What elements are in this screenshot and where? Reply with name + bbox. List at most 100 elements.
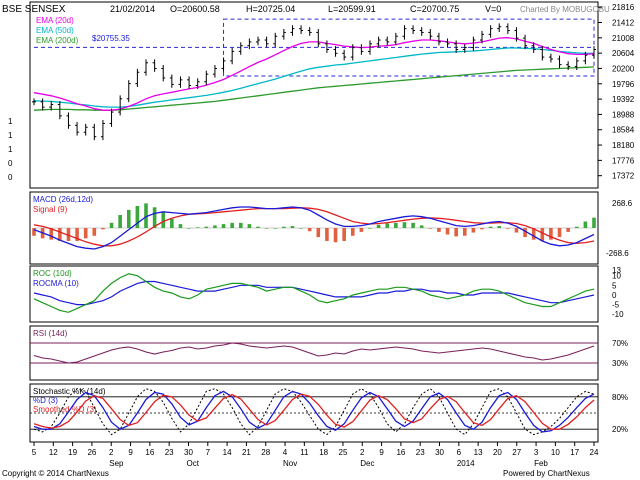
macd-histogram-bar xyxy=(437,228,441,232)
x-day-label: 2 xyxy=(360,448,365,457)
macd-histogram-bar xyxy=(161,212,166,228)
x-month-label: Oct xyxy=(186,459,199,468)
macd-histogram-bar xyxy=(566,228,570,232)
price-annotation: $20755.35 xyxy=(92,34,130,43)
macd-histogram-bar xyxy=(83,228,88,239)
x-day-label: 16 xyxy=(396,448,405,457)
x-day-label: 24 xyxy=(590,448,599,457)
macd-histogram-bar xyxy=(195,227,200,228)
price-tick-label: 21816 xyxy=(612,3,635,12)
macd-histogram-bar xyxy=(574,226,579,228)
x-day-label: 19 xyxy=(68,448,77,457)
roc-tick-label: 10 xyxy=(612,272,621,281)
legend-ema50: EMA (50d) xyxy=(36,26,74,35)
x-month-label: Dec xyxy=(360,459,374,468)
stoch-d-legend: %D (3) xyxy=(33,396,58,405)
x-day-label: 3 xyxy=(534,448,539,457)
x-day-label: 25 xyxy=(339,448,348,457)
macd-histogram-bar xyxy=(333,228,338,243)
x-day-label: 6 xyxy=(457,448,462,457)
price-tick-label: 18584 xyxy=(612,126,635,135)
macd-tick-top: 268.6 xyxy=(612,199,633,208)
macd-histogram-bar xyxy=(592,217,596,228)
macd-histogram-bar xyxy=(126,209,131,228)
macd-histogram-bar xyxy=(325,228,329,241)
price-tick-label: 17776 xyxy=(612,156,635,165)
roc-tick-label: 5 xyxy=(612,281,617,290)
macd-histogram-bar xyxy=(411,222,415,228)
macd-histogram-bar xyxy=(376,224,381,228)
macd-histogram-bar xyxy=(187,228,191,229)
powered-label: Powered by ChartNexus xyxy=(503,469,590,478)
macd-histogram-bar xyxy=(540,228,545,241)
legend-ema200: EMA (200d) xyxy=(36,36,79,45)
x-day-label: 14 xyxy=(223,448,232,457)
macd-histogram-bar xyxy=(488,226,493,228)
macd-histogram-bar xyxy=(247,224,252,228)
macd-histogram-bar xyxy=(299,228,303,229)
roc-legend: ROC (10d) xyxy=(33,269,72,278)
price-tick-label: 17372 xyxy=(612,172,635,181)
macd-histogram-bar xyxy=(221,224,226,228)
macd-histogram-bar xyxy=(385,223,390,228)
rocma-legend: ROCMA (10) xyxy=(33,279,79,288)
macd-histogram-bar xyxy=(394,222,398,228)
macd-legend: MACD (26d,12d) xyxy=(33,195,93,204)
macd-histogram-bar xyxy=(92,228,97,236)
x-day-label: 13 xyxy=(474,448,483,457)
price-tick-label: 18180 xyxy=(612,141,635,150)
x-day-label: 27 xyxy=(512,448,521,457)
macd-histogram-bar xyxy=(583,221,588,228)
x-day-label: 9 xyxy=(128,448,133,457)
date-label: 21/02/2014 xyxy=(110,4,155,14)
x-day-label: 30 xyxy=(435,448,444,457)
price-tick-label: 19796 xyxy=(612,80,635,89)
price-left-tick-label: 1 xyxy=(8,131,13,140)
macd-histogram-bar xyxy=(506,228,510,229)
symbol-label: BSE SENSEX xyxy=(2,4,66,15)
x-day-label: 23 xyxy=(165,448,174,457)
volume-label: V=0 xyxy=(485,4,501,14)
x-day-label: 7 xyxy=(206,448,211,457)
macd-histogram-bar xyxy=(359,228,364,232)
x-day-label: 4 xyxy=(283,448,288,457)
price-tick-label: 20200 xyxy=(612,64,635,73)
x-day-label: 11 xyxy=(300,448,309,457)
x-day-label: 20 xyxy=(493,448,502,457)
macd-histogram-bar xyxy=(402,222,407,228)
macd-histogram-bar xyxy=(118,215,122,228)
price-tick-label: 18988 xyxy=(612,110,635,119)
price-tick-label: 21412 xyxy=(612,19,635,28)
price-left-tick-label: 0 xyxy=(8,173,13,182)
x-day-label: 26 xyxy=(87,448,96,457)
copyright-label: Copyright © 2014 ChartNexus xyxy=(2,469,109,478)
macd-histogram-bar xyxy=(32,228,36,236)
stock-chart: BSE SENSEX 21/02/2014 O=20600.58 H=20725… xyxy=(0,0,640,480)
macd-histogram-bar xyxy=(238,222,243,228)
macd-histogram-bar xyxy=(152,207,157,228)
price-left-tick-label: 1 xyxy=(8,145,13,154)
stoch-k-legend: Stochastic %K (14d) xyxy=(33,387,106,396)
macd-histogram-bar xyxy=(419,225,424,228)
x-month-label: Nov xyxy=(283,459,297,468)
price-left-tick-label: 0 xyxy=(8,159,13,168)
macd-histogram-bar xyxy=(282,226,286,228)
x-day-label: 17 xyxy=(570,448,579,457)
low-label: L=20599.91 xyxy=(328,4,376,14)
x-day-label: 10 xyxy=(551,448,560,457)
macd-histogram-bar xyxy=(368,228,372,229)
macd-histogram-bar xyxy=(230,222,234,228)
x-day-label: 12 xyxy=(49,448,58,457)
x-day-label: 28 xyxy=(261,448,270,457)
macd-histogram-bar xyxy=(101,228,105,230)
macd-histogram-bar xyxy=(273,228,278,229)
x-month-label: 2014 xyxy=(457,459,475,468)
roc-tick-label: -10 xyxy=(612,310,624,319)
macd-histogram-bar xyxy=(213,225,217,228)
x-day-label: 2 xyxy=(109,448,114,457)
x-day-label: 21 xyxy=(242,448,251,457)
stoch-tick-label: 80% xyxy=(612,393,628,402)
macd-histogram-bar xyxy=(264,228,269,229)
roc-tick-label: -5 xyxy=(612,301,620,310)
price-tick-label: 21008 xyxy=(612,34,635,43)
